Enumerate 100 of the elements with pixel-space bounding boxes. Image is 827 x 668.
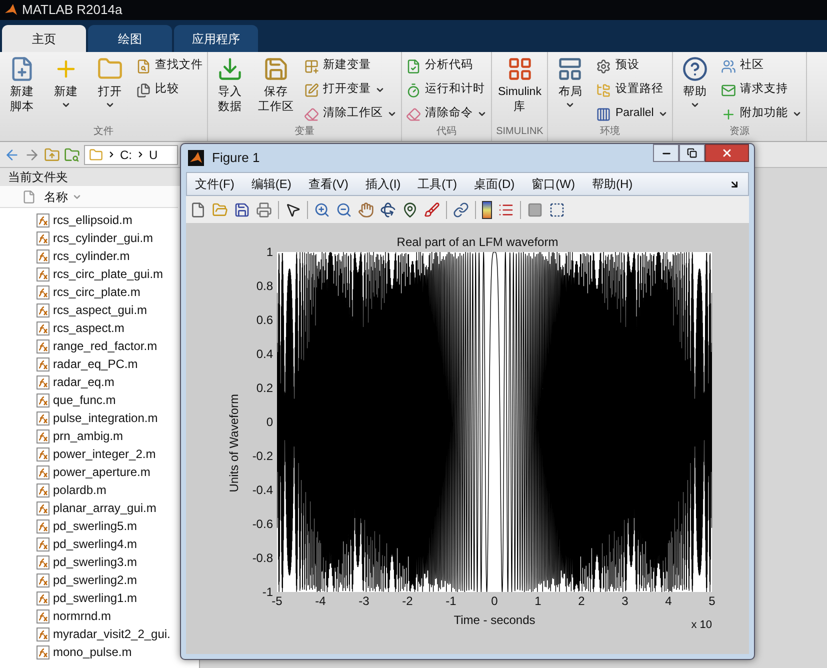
separator-icon (107, 150, 116, 159)
menu-item[interactable]: 编辑(E) (251, 175, 292, 193)
ribbon-button[interactable]: 预设 (596, 56, 668, 76)
ribbon-button[interactable]: 请求支持 (720, 80, 802, 100)
ribbon-button[interactable]: 布局 (552, 56, 588, 110)
path-field[interactable]: C: U (84, 144, 178, 164)
columns-icon (596, 106, 612, 122)
file-item[interactable]: rcs_circ_plate.m (0, 283, 178, 301)
hand-icon[interactable] (358, 202, 374, 218)
link-icon[interactable] (453, 202, 469, 218)
close-button[interactable] (705, 144, 749, 162)
pointer-icon[interactable] (285, 202, 301, 218)
menu-item[interactable]: 工具(T) (418, 175, 457, 193)
menu-item[interactable]: 插入(I) (365, 175, 401, 193)
ribbon-button[interactable]: 设置路径 (596, 80, 668, 100)
folder-path-icon (596, 82, 612, 98)
file-item[interactable]: pulse_integration.m (0, 409, 178, 427)
app-logo-icon (4, 3, 18, 17)
file-item[interactable]: pd_swerling1.m (0, 589, 178, 607)
ribbon-button[interactable]: 打开变量 (304, 80, 397, 100)
square-icon[interactable] (527, 202, 543, 218)
file-item[interactable]: rcs_cylinder.m (0, 247, 178, 265)
file-item[interactable]: planar_array_gui.m (0, 499, 178, 517)
browse-folder-icon[interactable] (64, 146, 80, 162)
file-item[interactable]: prn_ambig.m (0, 427, 178, 445)
file-item[interactable]: pd_swerling2.m (0, 571, 178, 589)
forward-icon[interactable] (24, 146, 40, 162)
save-icon[interactable] (234, 202, 250, 218)
file-item[interactable]: rcs_cylinder_gui.m (0, 229, 178, 247)
ribbon-button[interactable]: Simulink 库 (496, 56, 544, 115)
file-item[interactable]: rcs_aspect.m (0, 319, 178, 337)
dock-icon[interactable] (729, 178, 740, 190)
y-axis-label: Units of Waveform (226, 394, 242, 492)
ribbon-button[interactable]: 清除命令 (406, 104, 487, 124)
ribbon-button[interactable]: 附加功能 (720, 104, 802, 124)
group-label: 文件 (92, 124, 114, 139)
file-item[interactable]: myradar_visit2_2_gui. (0, 625, 178, 643)
ribbon-button[interactable]: 保存 工作区 (256, 56, 296, 115)
y-tick-label: 0.2 (256, 381, 273, 395)
group-label: 代码 (436, 125, 458, 139)
x-tick-label: 3 (620, 594, 630, 608)
back-icon[interactable] (4, 146, 20, 162)
ribbon-button[interactable]: 新建变量 (304, 56, 397, 76)
file-item[interactable]: rcs_ellipsoid.m (0, 211, 178, 229)
file-item[interactable]: range_red_factor.m (0, 337, 178, 355)
ribbon-tab[interactable]: 应用程序 (174, 25, 258, 52)
file-item[interactable]: rcs_circ_plate_gui.m (0, 265, 178, 283)
ribbon-button[interactable]: 社区 (720, 56, 802, 76)
ribbon-tab[interactable]: 绘图 (88, 25, 172, 52)
legend-icon[interactable] (498, 202, 514, 218)
new-file-icon[interactable] (190, 202, 206, 218)
zoom-in-icon[interactable] (314, 202, 330, 218)
column-header[interactable]: 名称 (0, 186, 178, 208)
file-item[interactable]: radar_eq_PC.m (0, 355, 178, 373)
file-item[interactable]: pd_swerling3.m (0, 553, 178, 571)
function-file-icon (36, 536, 50, 552)
ribbon-button[interactable]: 新建 (48, 56, 84, 110)
ribbon-button[interactable]: 新建 脚本 (4, 56, 40, 115)
menu-item[interactable]: 桌面(D) (474, 175, 515, 193)
file-item[interactable]: mono_pulse.m (0, 643, 178, 661)
file-item[interactable]: power_integer_2.m (0, 445, 178, 463)
ribbon-button[interactable]: 清除工作区 (304, 104, 397, 124)
path-segment[interactable]: C: (120, 146, 132, 164)
ribbon-button[interactable]: Parallel (596, 104, 668, 124)
function-file-icon (36, 428, 50, 444)
colorbar-icon[interactable] (482, 200, 492, 218)
file-item[interactable]: pd_swerling4.m (0, 535, 178, 553)
ribbon-button[interactable]: 帮助 (676, 56, 713, 110)
file-item[interactable]: power_aperture.m (0, 463, 178, 481)
data-cursor-icon[interactable] (402, 202, 418, 218)
file-item[interactable]: polardb.m (0, 481, 178, 499)
menu-item[interactable]: 窗口(W) (532, 175, 575, 193)
file-item[interactable]: normrnd.m (0, 607, 178, 625)
file-item[interactable]: pd_swerling5.m (0, 517, 178, 535)
maximize-button[interactable] (679, 144, 705, 162)
x-tick-label: -1 (444, 594, 458, 608)
rotate-icon[interactable] (380, 202, 396, 218)
ribbon-button[interactable]: 分析代码 (406, 56, 487, 76)
ribbon-button[interactable]: 打开 (92, 56, 128, 110)
timer-icon (406, 82, 421, 98)
ribbon-button[interactable]: 比较 (136, 80, 203, 100)
function-file-icon (36, 446, 50, 462)
brush-icon[interactable] (424, 202, 440, 218)
path-segment[interactable]: U (149, 146, 158, 164)
file-item[interactable]: rcs_aspect_gui.m (0, 301, 178, 319)
function-file-icon (36, 212, 50, 228)
ribbon-tab[interactable]: 主页 (2, 25, 86, 52)
menu-item[interactable]: 查看(V) (308, 175, 348, 193)
menu-item[interactable]: 帮助(H) (592, 175, 633, 193)
file-item[interactable]: que_func.m (0, 391, 178, 409)
search-icon (136, 58, 151, 74)
file-item[interactable]: radar_eq.m (0, 373, 178, 391)
close-icon (721, 147, 733, 159)
ribbon-button[interactable]: 查找文件 (136, 56, 203, 76)
window-icon[interactable] (549, 202, 565, 218)
zoom-out-icon[interactable] (336, 202, 352, 218)
x-tick-label: 4 (664, 594, 673, 608)
print-icon[interactable] (256, 202, 272, 218)
ribbon-button[interactable]: 导入 数据 (212, 56, 248, 115)
ribbon-button[interactable]: 运行和计时 (406, 80, 487, 100)
